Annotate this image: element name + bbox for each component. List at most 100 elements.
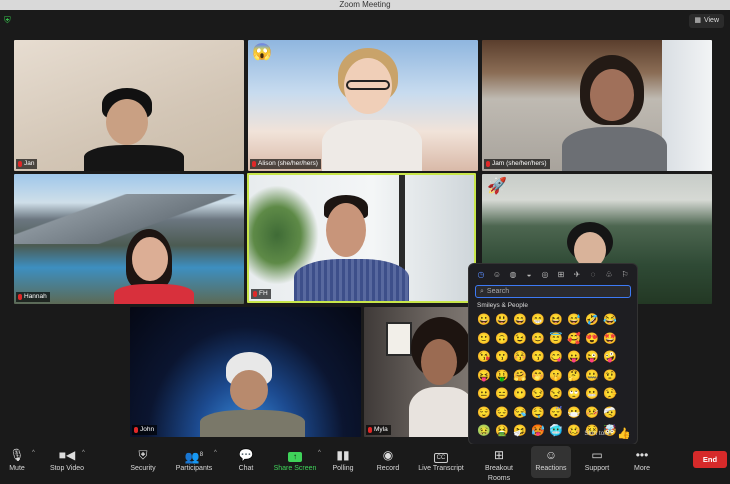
emoji-item[interactable]: 😃: [493, 311, 511, 330]
clock-icon[interactable]: ◷: [475, 270, 487, 279]
emoji-item[interactable]: 😛: [565, 348, 583, 367]
video-tile-jam[interactable]: Jam (she/her/hers): [482, 40, 712, 171]
participants-options-chevron-icon[interactable]: ^: [214, 450, 217, 456]
mute-button[interactable]: 🎙 Mute: [6, 446, 28, 474]
emoji-item[interactable]: 😘: [475, 348, 493, 367]
emoji-search-input[interactable]: ⌕ Search: [475, 285, 631, 298]
symbols-icon[interactable]: ♧: [603, 270, 615, 279]
emoji-item[interactable]: 🤧: [511, 422, 529, 441]
emoji-item[interactable]: 😙: [529, 348, 547, 367]
emoji-item[interactable]: 😁: [529, 311, 547, 330]
emoji-item[interactable]: 🤤: [529, 404, 547, 423]
emoji-item[interactable]: 😆: [547, 311, 565, 330]
food-icon[interactable]: ◒: [523, 270, 535, 279]
emoji-item[interactable]: 🤑: [493, 367, 511, 386]
mute-options-chevron-icon[interactable]: ^: [32, 450, 35, 456]
emoji-item[interactable]: 😏: [529, 385, 547, 404]
emoji-item[interactable]: 😊: [529, 330, 547, 349]
emoji-item[interactable]: 😝: [475, 367, 493, 386]
video-tile-hannah[interactable]: Hannah: [14, 174, 244, 304]
emoji-item[interactable]: 😀: [475, 311, 493, 330]
polling-button[interactable]: ▮▮ Polling: [330, 446, 356, 474]
video-tile-john[interactable]: John: [130, 307, 361, 437]
emoji-item[interactable]: 🙃: [493, 330, 511, 349]
emoji-item[interactable]: 😚: [511, 348, 529, 367]
emoji-item[interactable]: 🤥: [601, 385, 619, 404]
emoji-item[interactable]: 😪: [511, 404, 529, 423]
emoji-item[interactable]: 🤕: [601, 404, 619, 423]
emoji-item[interactable]: 😇: [547, 330, 565, 349]
emoji-item[interactable]: 😒: [547, 385, 565, 404]
emoji-item[interactable]: 🤫: [547, 367, 565, 386]
emoji-item[interactable]: 😶: [511, 385, 529, 404]
emoji-item[interactable]: 😬: [583, 385, 601, 404]
emoji-item[interactable]: 🥵: [529, 422, 547, 441]
live-transcript-button[interactable]: CC Live Transcript: [416, 446, 466, 474]
emoji-item[interactable]: 🤢: [475, 422, 493, 441]
emoji-grid: 😀 😃 😄 😁 😆 😅 🤣 😂 🙂 🙃 😉 😊 😇 🥰 😍 🤩 😘 😗 😚 😙 😋 😛 😜 🤪 😝 🤑 🤗 🤭 🤫 🤔 🤐 🤨 😐 😑 😶 😏 😒 🙄 😬 🤥…: [475, 311, 631, 441]
video-options-chevron-icon[interactable]: ^: [82, 450, 85, 456]
emoji-item[interactable]: 😄: [511, 311, 529, 330]
video-tile-alison[interactable]: 😱 Alison (she/her/hers): [248, 40, 478, 171]
emoji-item[interactable]: 😷: [565, 404, 583, 423]
emoji-item[interactable]: 🤨: [601, 367, 619, 386]
more-button[interactable]: ••• More: [630, 446, 654, 474]
security-button[interactable]: ⛨ Security: [127, 446, 159, 474]
stop-video-button[interactable]: ■◀ Stop Video: [47, 446, 87, 474]
animal-icon[interactable]: ◍: [507, 270, 519, 279]
skin-tone-button[interactable]: 👍: [617, 427, 631, 440]
record-button[interactable]: ◉ Record: [375, 446, 401, 474]
emoji-item[interactable]: 🙂: [475, 330, 493, 349]
emoji-item[interactable]: 😴: [547, 404, 565, 423]
travel-icon[interactable]: ⊞: [555, 270, 567, 279]
emoji-item[interactable]: 🤗: [511, 367, 529, 386]
emoji-item[interactable]: 😌: [475, 404, 493, 423]
emoji-item[interactable]: 😋: [547, 348, 565, 367]
chat-button[interactable]: 💬 Chat: [235, 446, 257, 474]
smiley-icon[interactable]: ☺: [491, 270, 503, 279]
shield-icon: ⛨: [138, 448, 148, 462]
emoji-item[interactable]: 😉: [511, 330, 529, 349]
reactions-button[interactable]: ☺ Reactions: [531, 446, 571, 478]
view-button[interactable]: ▦ View: [689, 14, 724, 28]
emoji-item[interactable]: 🤭: [529, 367, 547, 386]
emoji-item[interactable]: 😍: [583, 330, 601, 349]
shield-icon[interactable]: ⛨: [4, 15, 13, 25]
emoji-item[interactable]: 🤮: [493, 422, 511, 441]
mic-muted-icon: [18, 294, 22, 300]
emoji-item[interactable]: 🥴: [565, 422, 583, 441]
emoji-item[interactable]: 🤔: [565, 367, 583, 386]
activity-icon[interactable]: ◎: [539, 270, 551, 279]
share-screen-button[interactable]: ↑ Share Screen: [272, 446, 318, 474]
emoji-item[interactable]: 😅: [565, 311, 583, 330]
search-icon: ⌕: [480, 288, 484, 295]
emoji-item[interactable]: 🤐: [583, 367, 601, 386]
participant-video: [84, 85, 194, 171]
emoji-section-label: Smileys & People: [477, 302, 528, 309]
share-options-chevron-icon[interactable]: ^: [318, 450, 321, 456]
flag-icon[interactable]: ⚐: [619, 270, 631, 279]
breakout-rooms-icon: ⊞: [493, 448, 505, 462]
emoji-item[interactable]: 🥰: [565, 330, 583, 349]
skin-tone-row: Skin tone: 👍: [584, 427, 631, 440]
emoji-item[interactable]: 🥶: [547, 422, 565, 441]
lightbulb-icon[interactable]: ◌: [587, 270, 599, 279]
emoji-item[interactable]: 🤣: [583, 311, 601, 330]
emoji-item[interactable]: 🤩: [601, 330, 619, 349]
support-button[interactable]: ▭ Support: [583, 446, 611, 474]
emoji-item[interactable]: 🤒: [583, 404, 601, 423]
participants-button[interactable]: 👥8 Participants: [172, 446, 216, 474]
emoji-item[interactable]: 😗: [493, 348, 511, 367]
emoji-item[interactable]: 😂: [601, 311, 619, 330]
emoji-item[interactable]: 😜: [583, 348, 601, 367]
emoji-item[interactable]: 🙄: [565, 385, 583, 404]
video-tile-fh[interactable]: FH: [247, 173, 476, 303]
objects-icon[interactable]: ✈: [571, 270, 583, 279]
emoji-item[interactable]: 😔: [493, 404, 511, 423]
video-tile-jan[interactable]: Jan: [14, 40, 244, 171]
emoji-item[interactable]: 😐: [475, 385, 493, 404]
end-meeting-button[interactable]: End: [693, 451, 727, 468]
emoji-item[interactable]: 😑: [493, 385, 511, 404]
emoji-item[interactable]: 🤪: [601, 348, 619, 367]
breakout-rooms-button[interactable]: ⊞ Breakout Rooms: [473, 446, 525, 484]
